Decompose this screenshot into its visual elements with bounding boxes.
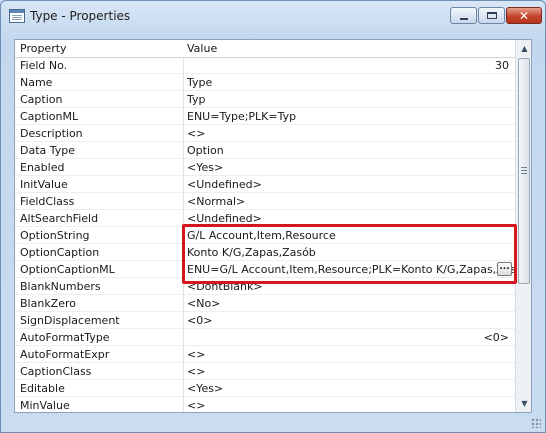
- grip-icon: [521, 167, 527, 174]
- property-name: Description: [20, 127, 83, 140]
- property-value[interactable]: ENU=G/L Account,Item,Resource;PLK=Konto …: [187, 263, 530, 276]
- scroll-up-icon[interactable]: ▲: [516, 40, 531, 57]
- close-icon: ✕: [518, 8, 530, 23]
- property-row[interactable]: Field No. 30: [15, 57, 515, 74]
- property-value[interactable]: <Undefined>: [187, 178, 262, 191]
- property-name: CaptionML: [20, 110, 79, 123]
- property-row[interactable]: BlankZero <No>: [15, 295, 515, 312]
- ellipsis-button[interactable]: ...: [497, 262, 512, 276]
- header-value[interactable]: Value: [187, 42, 217, 55]
- property-row[interactable]: FieldClass <Normal>: [15, 193, 515, 210]
- property-rows: Field No. 30 Name Type Caption Typ CaptionML EN…: [15, 57, 530, 412]
- property-row[interactable]: InitValue <Undefined>: [15, 176, 515, 193]
- scroll-down-icon[interactable]: ▼: [516, 395, 531, 412]
- property-value[interactable]: <No>: [187, 297, 220, 310]
- property-value[interactable]: Typ: [187, 93, 206, 106]
- property-name: OptionCaptionML: [20, 263, 115, 276]
- property-name: OptionCaption: [20, 246, 100, 259]
- property-row[interactable]: AutoFormatExpr <>: [15, 346, 515, 363]
- property-name: Caption: [20, 93, 63, 106]
- property-row[interactable]: Data Type Option: [15, 142, 515, 159]
- property-row[interactable]: CaptionML ENU=Type;PLK=Typ: [15, 108, 515, 125]
- property-name: AutoFormatType: [20, 331, 110, 344]
- minimize-button[interactable]: [450, 7, 477, 24]
- property-row[interactable]: Name Type: [15, 74, 515, 91]
- scrollbar-thumb[interactable]: [518, 58, 530, 284]
- property-value[interactable]: Konto K/G,Zapas,Zasób: [187, 246, 316, 259]
- property-row[interactable]: Caption Typ: [15, 91, 515, 108]
- property-name: OptionString: [20, 229, 90, 242]
- properties-grid: Property Value Field No. 30 Name Type Captio…: [14, 39, 532, 413]
- property-value[interactable]: <Yes>: [187, 382, 223, 395]
- property-row[interactable]: SignDisplacement <0>: [15, 312, 515, 329]
- property-row[interactable]: Description <>: [15, 125, 515, 142]
- property-value[interactable]: 30: [495, 59, 509, 72]
- property-name: MinValue: [20, 399, 70, 412]
- title-bar[interactable]: Type - Properties ✕: [1, 1, 545, 31]
- property-value[interactable]: G/L Account,Item,Resource: [187, 229, 336, 242]
- property-name: Field No.: [20, 59, 68, 72]
- close-button[interactable]: ✕: [506, 7, 542, 24]
- property-name: CaptionClass: [20, 365, 92, 378]
- property-name: AutoFormatExpr: [20, 348, 110, 361]
- property-row[interactable]: AutoFormatType <0>: [15, 329, 515, 346]
- table-properties-icon: [9, 9, 25, 23]
- property-value[interactable]: <>: [187, 365, 205, 378]
- property-value[interactable]: <>: [187, 127, 205, 140]
- property-value[interactable]: Option: [187, 144, 224, 157]
- resize-grip-icon[interactable]: [531, 418, 541, 428]
- property-value[interactable]: <0>: [187, 314, 212, 327]
- property-value[interactable]: ENU=Type;PLK=Typ: [187, 110, 296, 123]
- property-value[interactable]: <Normal>: [187, 195, 245, 208]
- property-value[interactable]: <>: [187, 348, 205, 361]
- property-value[interactable]: <0>: [484, 331, 509, 344]
- property-row[interactable]: MinValue <>: [15, 397, 515, 412]
- maximize-icon: [486, 12, 497, 19]
- property-name: Name: [20, 76, 53, 89]
- property-value[interactable]: <DontBlank>: [187, 280, 263, 293]
- property-value[interactable]: <>: [187, 399, 205, 412]
- property-name: FieldClass: [20, 195, 75, 208]
- header-property[interactable]: Property: [20, 42, 67, 55]
- property-row[interactable]: OptionCaptionML ENU=G/L Account,Item,Reso…: [15, 261, 530, 278]
- property-value[interactable]: <Undefined>: [187, 212, 262, 225]
- property-row[interactable]: AltSearchField <Undefined>: [15, 210, 515, 227]
- property-row[interactable]: OptionCaption Konto K/G,Zapas,Zasób: [15, 244, 515, 261]
- properties-window: Type - Properties ✕ Property Value Field…: [0, 0, 546, 433]
- property-row[interactable]: BlankNumbers <DontBlank>: [15, 278, 515, 295]
- property-name: BlankZero: [20, 297, 76, 310]
- property-name: AltSearchField: [20, 212, 99, 225]
- property-name: SignDisplacement: [20, 314, 120, 327]
- maximize-button[interactable]: [478, 7, 505, 24]
- property-name: InitValue: [20, 178, 68, 191]
- property-name: Enabled: [20, 161, 65, 174]
- property-value[interactable]: <Yes>: [187, 161, 223, 174]
- property-row[interactable]: CaptionClass <>: [15, 363, 515, 380]
- property-row[interactable]: Editable <Yes>: [15, 380, 515, 397]
- property-name: Editable: [20, 382, 65, 395]
- grid-header: Property Value: [15, 40, 515, 58]
- minimize-icon: [459, 17, 468, 20]
- property-name: Data Type: [20, 144, 76, 157]
- property-value[interactable]: Type: [187, 76, 212, 89]
- window-title: Type - Properties: [30, 9, 131, 23]
- property-name: BlankNumbers: [20, 280, 101, 293]
- property-row[interactable]: Enabled <Yes>: [15, 159, 515, 176]
- property-row[interactable]: OptionString G/L Account,Item,Resource: [15, 227, 515, 244]
- vertical-scrollbar[interactable]: ▲ ▼: [515, 40, 531, 412]
